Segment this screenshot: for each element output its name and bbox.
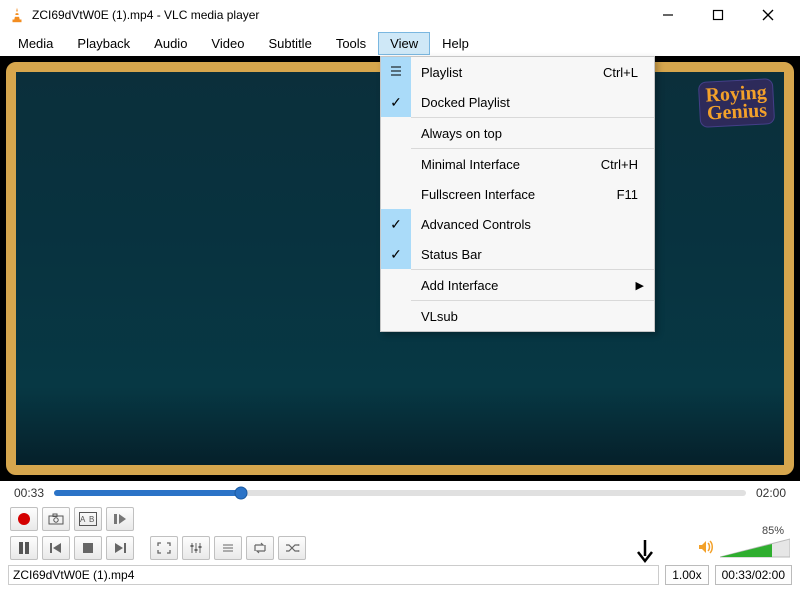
volume-label: 85% — [762, 525, 784, 537]
view-item-vlsub[interactable]: VLsub — [381, 301, 654, 331]
view-item-docked-playlist[interactable]: ✓ Docked Playlist — [381, 87, 654, 117]
menu-media[interactable]: Media — [6, 32, 65, 55]
check-icon: ✓ — [381, 87, 411, 117]
previous-icon — [49, 542, 63, 554]
snapshot-button[interactable] — [42, 507, 70, 531]
check-icon: ✓ — [381, 209, 411, 239]
record-icon — [18, 513, 30, 525]
vlc-icon — [8, 6, 26, 24]
loop-ab-icon: AB — [79, 512, 97, 526]
camera-icon — [48, 513, 64, 525]
view-item-playlist[interactable]: Playlist Ctrl+L — [381, 57, 654, 87]
pause-icon — [18, 541, 30, 555]
shuffle-button[interactable] — [278, 536, 306, 560]
loop-icon — [252, 542, 268, 554]
menubar: Media Playback Audio Video Subtitle Tool… — [0, 30, 800, 56]
menu-playback[interactable]: Playback — [65, 32, 142, 55]
menu-video[interactable]: Video — [199, 32, 256, 55]
record-button[interactable] — [10, 507, 38, 531]
main-controls: 85% — [0, 533, 800, 563]
maximize-button[interactable] — [706, 3, 730, 27]
view-item-fullscreen-interface[interactable]: Fullscreen Interface F11 — [381, 179, 654, 209]
next-icon — [113, 542, 127, 554]
view-item-add-interface[interactable]: Add Interface ▶ — [381, 270, 654, 300]
window-title: ZCI69dVtW0E (1).mp4 - VLC media player — [32, 8, 259, 22]
menu-subtitle[interactable]: Subtitle — [256, 32, 323, 55]
menu-audio[interactable]: Audio — [142, 32, 199, 55]
seek-bar[interactable] — [54, 490, 746, 496]
check-icon: ✓ — [381, 239, 411, 269]
status-bar: ZCI69dVtW0E (1).mp4 1.00x 00:33/02:00 — [0, 563, 800, 587]
elapsed-time[interactable]: 00:33 — [14, 486, 44, 500]
fullscreen-icon — [157, 542, 171, 554]
playback-speed[interactable]: 1.00x — [665, 565, 708, 585]
video-watermark: Roying Genius — [698, 78, 775, 128]
playlist-button[interactable] — [214, 536, 242, 560]
status-filename: ZCI69dVtW0E (1).mp4 — [8, 565, 659, 585]
volume-slider[interactable]: 85% — [720, 537, 790, 559]
view-item-status-bar[interactable]: ✓ Status Bar — [381, 239, 654, 269]
loop-ab-button[interactable]: AB — [74, 507, 102, 531]
advanced-controls: AB — [0, 505, 800, 533]
speaker-icon[interactable] — [698, 539, 714, 558]
time-row: 00:33 02:00 — [0, 481, 800, 505]
pause-button[interactable] — [10, 536, 38, 560]
menu-view[interactable]: View — [378, 32, 430, 55]
playlist-icon — [221, 542, 235, 554]
total-time[interactable]: 02:00 — [756, 486, 786, 500]
annotation-arrow-icon — [634, 538, 656, 573]
menu-help[interactable]: Help — [430, 32, 481, 55]
previous-button[interactable] — [42, 536, 70, 560]
frame-step-icon — [113, 513, 127, 525]
shuffle-icon — [284, 542, 300, 554]
view-item-advanced-controls[interactable]: ✓ Advanced Controls — [381, 209, 654, 239]
list-icon — [389, 64, 403, 81]
loop-button[interactable] — [246, 536, 274, 560]
minimize-button[interactable] — [656, 3, 680, 27]
equalizer-icon — [189, 542, 203, 554]
menu-tools[interactable]: Tools — [324, 32, 378, 55]
frame-step-button[interactable] — [106, 507, 134, 531]
stop-button[interactable] — [74, 536, 102, 560]
titlebar: ZCI69dVtW0E (1).mp4 - VLC media player — [0, 0, 800, 30]
fullscreen-button[interactable] — [150, 536, 178, 560]
svg-text:B: B — [89, 515, 94, 524]
close-button[interactable] — [756, 3, 780, 27]
stop-icon — [82, 542, 94, 554]
volume-area: 85% — [698, 537, 790, 559]
next-button[interactable] — [106, 536, 134, 560]
status-time[interactable]: 00:33/02:00 — [715, 565, 792, 585]
view-item-minimal-interface[interactable]: Minimal Interface Ctrl+H — [381, 149, 654, 179]
view-dropdown: Playlist Ctrl+L ✓ Docked Playlist Always… — [380, 56, 655, 332]
extended-settings-button[interactable] — [182, 536, 210, 560]
submenu-arrow-icon: ▶ — [636, 279, 644, 292]
view-item-always-on-top[interactable]: Always on top — [381, 118, 654, 148]
seek-knob[interactable] — [234, 487, 247, 500]
svg-text:A: A — [80, 515, 86, 524]
